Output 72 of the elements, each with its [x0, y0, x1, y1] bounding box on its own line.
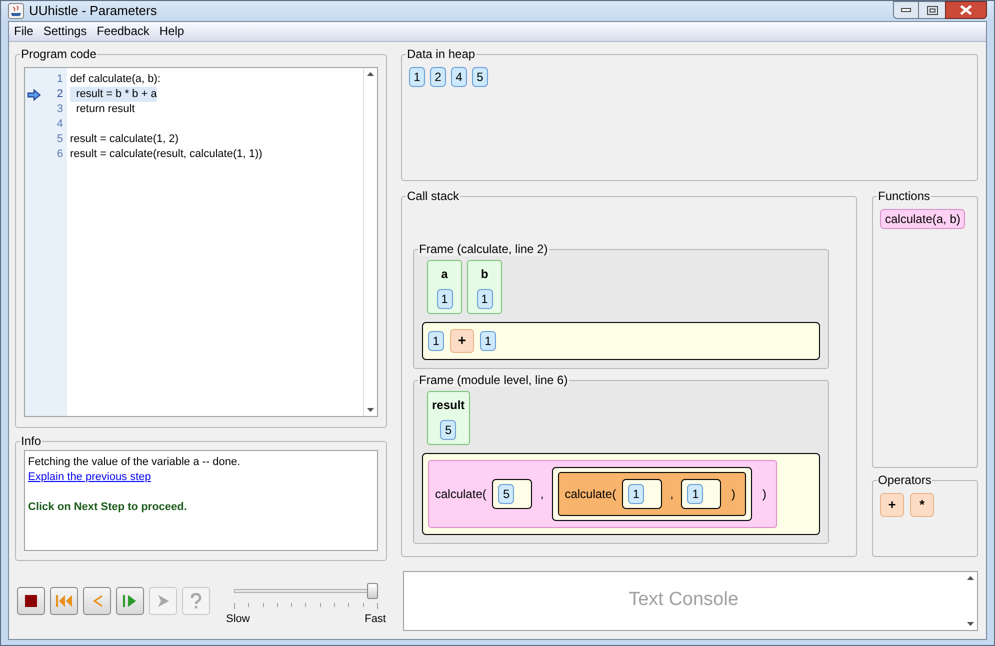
- scroll-down-icon: [367, 408, 374, 412]
- value-chip: 5: [472, 66, 488, 86]
- group-title: Frame (module level, line 6): [418, 372, 569, 386]
- step-button[interactable]: [116, 586, 144, 614]
- stop-icon: [24, 594, 38, 608]
- line-number: 3: [56, 102, 63, 117]
- info-prompt: Click on Next Step to proceed.: [28, 500, 188, 514]
- operator-chip: *: [910, 492, 934, 516]
- value-chip: 1: [687, 484, 704, 504]
- window-title: UUhistle - Parameters: [29, 2, 158, 20]
- code-line: result = calculate(1, 2): [70, 132, 179, 146]
- code-line: result = calculate(result, calculate(1, 1)): [70, 146, 262, 162]
- fast-label: Fast: [364, 612, 386, 626]
- menu-item[interactable]: File: [13, 22, 34, 40]
- group-title: Frame (calculate, line 2): [418, 242, 549, 256]
- comma: ,: [539, 486, 545, 502]
- code-line: return result: [75, 102, 135, 116]
- maximize-icon: [926, 6, 938, 14]
- close-icon: [960, 5, 972, 15]
- menu-item[interactable]: Help: [158, 22, 186, 40]
- minimize-button[interactable]: [893, 1, 919, 19]
- slider-thumb[interactable]: [367, 582, 378, 598]
- variable-name: result: [432, 396, 465, 414]
- group-title: Data in heap: [406, 46, 476, 60]
- stop-button[interactable]: [17, 586, 45, 614]
- value-chip: 5: [498, 484, 514, 504]
- scroll-up-icon: [367, 72, 374, 76]
- group-title: Info: [20, 434, 42, 448]
- group-title: Functions: [877, 188, 932, 202]
- value-chip: 4: [451, 66, 467, 86]
- rewind-button[interactable]: [50, 586, 78, 614]
- call-name: calculate(: [564, 486, 616, 502]
- value-chip: 2: [430, 66, 446, 86]
- value-chip: 1: [436, 288, 452, 308]
- line-number: 2: [56, 86, 63, 102]
- maximize-button[interactable]: [919, 1, 945, 19]
- rewind-icon: [55, 594, 73, 608]
- variable-name: b: [480, 266, 488, 282]
- line-number: 5: [56, 132, 63, 147]
- question-icon: [190, 592, 202, 608]
- line-number: 1: [56, 72, 63, 87]
- info-message: Fetching the value of the variable a -- done.: [28, 454, 242, 470]
- line-number: 4: [56, 116, 63, 132]
- line-number: 6: [56, 146, 63, 162]
- forward-icon: [156, 594, 170, 608]
- menu-item[interactable]: Settings: [42, 22, 88, 40]
- step-icon: [122, 594, 138, 608]
- close-button[interactable]: [945, 1, 987, 19]
- function-chip: calculate(a, b): [880, 208, 966, 228]
- closing-paren: ): [761, 486, 768, 502]
- call-name: calculate(: [435, 486, 486, 502]
- value-chip: 1: [480, 330, 496, 350]
- group-title: Program code: [20, 46, 98, 60]
- minimize-icon: [901, 8, 911, 12]
- value-chip: 1: [628, 484, 644, 504]
- app-icon: [8, 2, 24, 19]
- back-button[interactable]: [83, 586, 111, 614]
- operator-chip: +: [450, 328, 474, 352]
- variable-name: a: [441, 266, 448, 282]
- menu-item[interactable]: Feedback: [96, 22, 150, 40]
- code-line: def calculate(a, b):: [70, 72, 160, 86]
- comma: ,: [669, 486, 674, 502]
- closing-paren: ): [730, 486, 736, 502]
- value-chip: 5: [440, 420, 456, 440]
- operator-chip: +: [880, 492, 904, 516]
- slow-label: Slow: [226, 612, 250, 626]
- value-chip: 1: [428, 330, 444, 350]
- explain-link[interactable]: Explain the previous step: [28, 470, 151, 484]
- value-chip: 1: [409, 66, 425, 86]
- value-chip: 1: [476, 288, 492, 308]
- group-title: Operators: [877, 472, 932, 486]
- group-title: Call stack: [406, 188, 460, 202]
